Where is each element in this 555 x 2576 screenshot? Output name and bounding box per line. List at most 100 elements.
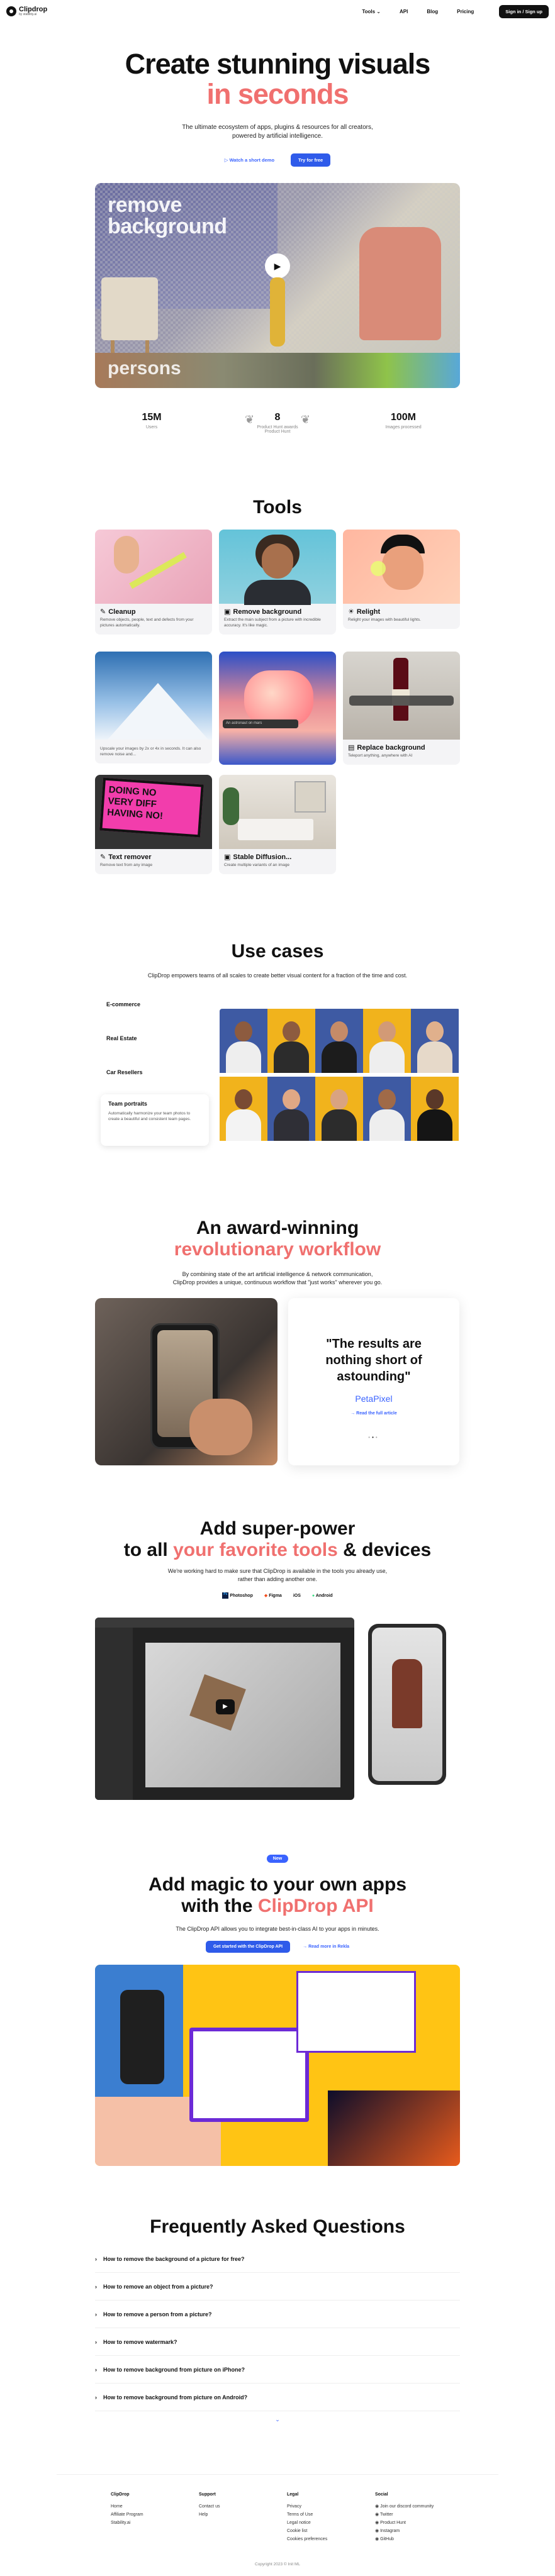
- superpower-desc-2: rather than adding another one.: [237, 1576, 318, 1582]
- footer-link[interactable]: ◉ Join our discord community: [375, 2502, 434, 2511]
- stable-diffusion-icon: ▣: [224, 853, 231, 861]
- footer-link[interactable]: Help: [199, 2511, 220, 2519]
- tool-card-remove-background[interactable]: ▣ Remove background Extract the main subj…: [219, 530, 336, 635]
- faq-title: Frequently Asked Questions: [150, 2216, 405, 2237]
- footer-link[interactable]: ◉ GitHub: [375, 2535, 434, 2543]
- stat-users-label: Users: [145, 425, 158, 430]
- figma-icon: ◆: [264, 1594, 268, 1598]
- faq-item[interactable]: › How to remove an object from a picture?: [95, 2273, 460, 2301]
- footer-link[interactable]: Home: [111, 2502, 143, 2511]
- faq-item[interactable]: › How to remove the background of a pictu…: [95, 2245, 460, 2273]
- scroll-down-icon[interactable]: ⌄: [0, 2416, 555, 2423]
- person-figure: [270, 277, 285, 347]
- remove-background-icon: ▣: [224, 608, 231, 616]
- stat-images-num: 100M: [390, 412, 417, 423]
- tool-name-text-remover: Text remover: [108, 853, 152, 861]
- ar-phone-photo: [95, 1298, 278, 1465]
- footer-col-support: Support Contact us Help: [199, 2490, 220, 2519]
- tool-card-stable-diffusion[interactable]: ▣ Stable Diffusion... Create multiple var…: [219, 775, 336, 874]
- try-free-button[interactable]: Try for free: [291, 153, 331, 167]
- nav-api[interactable]: API: [400, 9, 408, 14]
- footer-link[interactable]: Privacy: [287, 2502, 327, 2511]
- footer-link[interactable]: Cookie list: [287, 2527, 327, 2535]
- portrait: [267, 1009, 315, 1073]
- tool-desc-remove-background: Extract the main subject from a picture …: [224, 618, 321, 628]
- portrait: [411, 1009, 459, 1073]
- faq-item[interactable]: › How to remove a person from a picture?: [95, 2301, 460, 2328]
- tool-card-stable-diffusion-preview[interactable]: An astronaut on mars: [219, 652, 336, 765]
- platform-ios[interactable]: iOS: [293, 1594, 301, 1598]
- use-case-ecommerce[interactable]: E-commerce: [106, 1001, 140, 1008]
- tool-desc-replace-background: Teleport anything, anywhere with AI: [348, 753, 413, 758]
- hero: Create stunning visuals in seconds The u…: [0, 49, 555, 167]
- superpower-title-1: Add super-power: [199, 1518, 356, 1539]
- nav-blog[interactable]: Blog: [427, 9, 438, 14]
- api-desc: The ClipDrop API allows you to integrate…: [176, 1926, 379, 1932]
- chevron-right-icon: ›: [95, 2394, 97, 2401]
- faq-question: How to remove a person from a picture?: [103, 2311, 212, 2318]
- use-case-team-portraits[interactable]: Team portraits Automatically harmonize y…: [101, 1094, 209, 1146]
- footer-link[interactable]: ◉ Twitter: [375, 2511, 434, 2519]
- stat-awards-label2: Product Hunt: [264, 430, 291, 434]
- footer-link[interactable]: Legal notice: [287, 2519, 327, 2527]
- sd-prompt-input[interactable]: An astronaut on mars: [223, 719, 298, 728]
- chevron-right-icon: ›: [95, 2366, 97, 2373]
- footer-link[interactable]: Stability.ai: [111, 2519, 143, 2527]
- clipdrop-logo-icon: [6, 6, 16, 16]
- api-docs-link[interactable]: → Read more in Rekla: [303, 1945, 349, 1949]
- nav-pricing[interactable]: Pricing: [457, 9, 474, 14]
- footer-link[interactable]: ◉ Instagram: [375, 2527, 434, 2535]
- laurel-left-icon: ❦: [245, 413, 255, 426]
- platform-photoshop[interactable]: Ps Photoshop: [222, 1592, 253, 1599]
- brand-name: Clipdrop: [19, 6, 48, 13]
- tool-card-cleanup[interactable]: ✎ Cleanup Remove objects, people, text an…: [95, 530, 212, 635]
- faq-item[interactable]: › How to remove background from picture o…: [95, 2384, 460, 2411]
- superpower-title-2c: & devices: [337, 1540, 432, 1560]
- award-title-1: An award-winning: [196, 1218, 359, 1238]
- platform-figma-label: Figma: [269, 1594, 282, 1598]
- footer-link-label: GitHub: [380, 2537, 394, 2541]
- portrait: [267, 1077, 315, 1141]
- sd-orb: [244, 670, 313, 727]
- tool-card-relight[interactable]: ☀ Relight Relight your images with beauti…: [343, 530, 460, 629]
- carousel-dots[interactable]: •••: [307, 1435, 440, 1440]
- footer-link[interactable]: Terms of Use: [287, 2511, 327, 2519]
- api-section: New Add magic to your own apps with the …: [0, 1852, 555, 1953]
- stat-images-label: Images processed: [385, 425, 422, 430]
- watch-demo-link[interactable]: ▷ Watch a short demo: [225, 157, 274, 163]
- nav-links: Tools ⌄ API Blog Pricing: [362, 9, 474, 14]
- faq-item[interactable]: › How to remove background from picture o…: [95, 2356, 460, 2384]
- footer-link-label: Twitter: [379, 2512, 393, 2517]
- footer-link[interactable]: Contact us: [199, 2502, 220, 2511]
- tool-card-replace-background[interactable]: ▤ Replace background Teleport anything, a…: [343, 652, 460, 765]
- platform-android[interactable]: ● Android: [312, 1594, 333, 1598]
- footer-link[interactable]: Cookies preferences: [287, 2535, 327, 2543]
- hero-demo-image[interactable]: remove background ▶ persons: [95, 183, 460, 388]
- stat-users: 15M Users: [89, 412, 215, 434]
- award-desc-1: By combining state of the art artificial…: [182, 1271, 373, 1277]
- tool-desc-text-remover: Remove text from any image: [100, 863, 153, 867]
- quote-text: "The results are nothing short of astoun…: [325, 1337, 422, 1384]
- nav-tools-label: Tools: [362, 8, 376, 14]
- chevron-right-icon: ›: [95, 2338, 97, 2345]
- brand-logo[interactable]: Clipdrop by stability.ai: [6, 6, 47, 16]
- desktop-video[interactable]: ▶: [95, 1618, 354, 1800]
- signin-button[interactable]: Sign in / Sign up: [499, 4, 549, 18]
- stat-users-num: 15M: [142, 412, 162, 423]
- nav-tools[interactable]: Tools ⌄: [362, 9, 381, 14]
- api-get-started-button[interactable]: Get started with the ClipDrop API: [205, 1941, 291, 1953]
- play-icon[interactable]: ▶: [265, 253, 290, 279]
- use-case-real-estate[interactable]: Real Estate: [106, 1035, 137, 1041]
- play-icon[interactable]: ▶: [216, 1699, 235, 1714]
- tool-name-relight: Relight: [356, 608, 381, 616]
- faq-item[interactable]: › How to remove watermark?: [95, 2328, 460, 2356]
- footer-link[interactable]: Affiliate Program: [111, 2511, 143, 2519]
- use-case-car-resellers[interactable]: Car Resellers: [106, 1069, 143, 1075]
- footer-link[interactable]: ◉ Product Hunt: [375, 2519, 434, 2527]
- github-icon: ◉: [375, 2537, 379, 2541]
- read-article-link[interactable]: → Read the full article: [307, 1411, 440, 1416]
- tool-card-text-remover[interactable]: DOING NO VERY DIFF HAVING NO! ✎ Text remo…: [95, 775, 212, 874]
- hero-title-1: Create stunning visuals: [125, 48, 431, 80]
- platform-figma[interactable]: ◆ Figma: [264, 1593, 282, 1598]
- tool-card-upscale[interactable]: Upscale your images by 2x or 4x in secon…: [95, 652, 212, 763]
